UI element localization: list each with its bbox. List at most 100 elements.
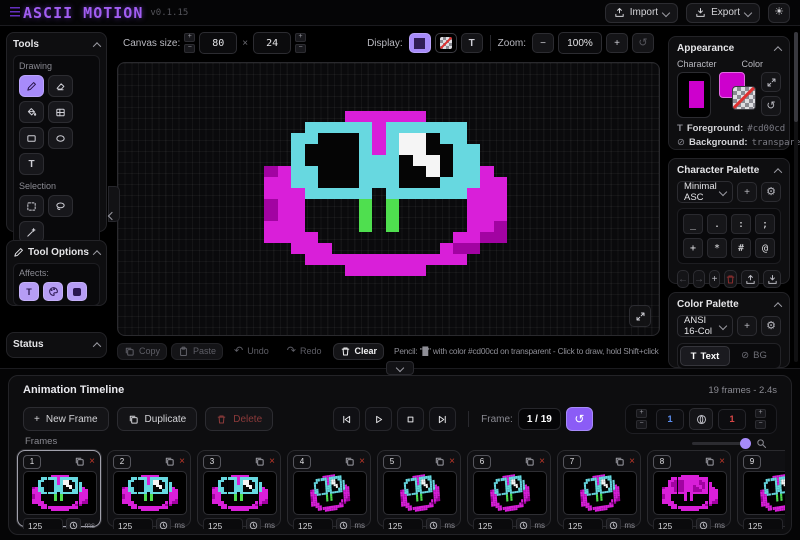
display-grid-toggle[interactable] (409, 33, 431, 53)
frame-thumbnail[interactable] (383, 471, 457, 515)
duplicate-frame-icon[interactable] (434, 456, 445, 467)
duplicate-frame-icon[interactable] (74, 456, 85, 467)
timeline-collapse-handle[interactable] (386, 361, 414, 375)
character-button[interactable]: @ (755, 238, 775, 258)
duplicate-frame-icon[interactable] (614, 456, 625, 467)
canvas-expand-button[interactable] (629, 305, 651, 327)
zoom-reset-button[interactable]: ↺ (632, 33, 654, 53)
color-palette-select[interactable]: ANSI 16-Col (677, 315, 733, 337)
frame-thumbnail[interactable] (113, 471, 187, 515)
frame-card[interactable]: 5×125ms (377, 450, 461, 527)
frame-duration-input[interactable]: 125 (23, 518, 63, 529)
play-button[interactable] (365, 407, 392, 431)
canvas-width-stepper[interactable]: +− (184, 33, 195, 53)
stop-button[interactable] (397, 407, 424, 431)
frame-duration-input[interactable]: 125 (293, 518, 333, 529)
delete-frame-icon[interactable]: × (269, 457, 275, 467)
onion-prev-stepper[interactable]: +− (636, 409, 647, 429)
frame-duration-input[interactable]: 125 (563, 518, 603, 529)
add-character-palette-button[interactable]: + (737, 182, 757, 202)
frame-card[interactable]: 7×125ms (557, 450, 641, 527)
pencil-tool-button[interactable] (19, 75, 44, 97)
frame-duration-input[interactable]: 125 (653, 518, 693, 529)
frame-card[interactable]: 2×125ms (107, 450, 191, 527)
character-palette-select[interactable]: Minimal ASC (677, 181, 733, 203)
delete-frame-icon[interactable]: × (359, 457, 365, 467)
zoom-out-button[interactable]: − (532, 33, 554, 53)
zoom-value[interactable]: 100% (558, 32, 602, 54)
background-color-swatch[interactable] (732, 86, 756, 110)
duplicate-frame-icon[interactable] (704, 456, 715, 467)
character-palette-settings-button[interactable]: ⚙ (761, 182, 781, 202)
swap-colors-button[interactable] (761, 72, 781, 92)
reset-colors-button[interactable]: ↺ (761, 96, 781, 116)
first-frame-button[interactable] (333, 407, 360, 431)
last-frame-button[interactable] (429, 407, 456, 431)
character-button[interactable]: # (731, 238, 751, 258)
frame-thumbnail[interactable] (563, 471, 637, 515)
add-character-button[interactable]: + (709, 270, 720, 288)
right-sidebar-scrollbar[interactable] (794, 32, 798, 362)
delete-character-button[interactable] (724, 270, 737, 288)
frame-card[interactable]: 6×125ms (467, 450, 551, 527)
character-button[interactable]: ; (755, 214, 775, 234)
delete-frame-icon[interactable]: × (539, 457, 545, 467)
duplicate-frame-button[interactable]: Duplicate (117, 407, 198, 431)
drawing-canvas[interactable] (117, 62, 660, 336)
canvas-width-input[interactable]: 80 (199, 32, 237, 54)
lasso-tool-button[interactable] (48, 195, 73, 217)
onion-skin-toggle[interactable] (689, 408, 713, 430)
canvas-height-input[interactable]: 24 (253, 32, 291, 54)
delete-frame-icon[interactable]: × (179, 457, 185, 467)
new-frame-button[interactable]: + New Frame (23, 407, 109, 431)
affects-character-toggle[interactable]: T (19, 282, 39, 301)
tool-options-header[interactable]: Tool Options (13, 247, 100, 258)
character-button[interactable]: . (707, 214, 727, 234)
display-characters-toggle[interactable]: T (461, 33, 483, 53)
tab-text-color[interactable]: T Text (680, 346, 730, 366)
onion-next-count[interactable]: 1 (718, 409, 746, 430)
onion-prev-count[interactable]: 1 (656, 409, 684, 430)
frame-duration-input[interactable]: 125 (383, 518, 423, 529)
character-button[interactable]: _ (683, 214, 703, 234)
ellipse-tool-button[interactable] (48, 127, 73, 149)
sidebar-collapse-handle[interactable] (108, 186, 120, 222)
fill-tool-button[interactable] (19, 101, 44, 123)
duplicate-frame-icon[interactable] (524, 456, 535, 467)
frame-duration-input[interactable]: 125 (113, 518, 153, 529)
copy-button[interactable]: Copy (117, 343, 167, 360)
frame-thumbnail[interactable] (473, 471, 547, 515)
char-move-right-button[interactable]: → (693, 270, 705, 288)
undo-button[interactable]: ↶Undo (227, 343, 276, 360)
select-rect-tool-button[interactable] (19, 195, 44, 217)
frame-thumbnail[interactable] (203, 471, 277, 515)
frame-card[interactable]: 8×125ms (647, 450, 731, 527)
frame-duration-input[interactable]: 125 (473, 518, 513, 529)
rect-fill-tool-button[interactable] (48, 101, 73, 123)
frames-strip[interactable]: 1×125ms2×125ms3×125ms4×125ms5×125ms6×125… (15, 448, 785, 529)
eraser-tool-button[interactable] (48, 75, 73, 97)
frame-card[interactable]: 4×125ms (287, 450, 371, 527)
frame-duration-input[interactable]: 125 (743, 518, 783, 529)
export-button[interactable]: Export (686, 3, 760, 23)
delete-frame-button[interactable]: Delete (205, 407, 273, 431)
theme-toggle-button[interactable]: ☀ (768, 3, 790, 23)
frame-duration-input[interactable]: 125 (203, 518, 243, 529)
paste-button[interactable]: Paste (171, 343, 223, 360)
delete-frame-icon[interactable]: × (89, 457, 95, 467)
loop-toggle-button[interactable]: ↺ (566, 407, 593, 431)
delete-frame-icon[interactable]: × (449, 457, 455, 467)
character-palette-header[interactable]: Character Palette (677, 165, 781, 176)
character-button[interactable]: + (683, 238, 703, 258)
frame-thumbnail[interactable] (23, 471, 97, 515)
char-move-left-button[interactable]: ← (677, 270, 689, 288)
selected-character-swatch[interactable] (677, 72, 711, 118)
rectangle-tool-button[interactable] (19, 127, 44, 149)
duplicate-frame-icon[interactable] (344, 456, 355, 467)
delete-frame-icon[interactable]: × (629, 457, 635, 467)
zoom-in-button[interactable]: + (606, 33, 628, 53)
clear-button[interactable]: Clear (333, 343, 385, 360)
frame-card[interactable]: 9×125ms (737, 450, 785, 527)
frame-card[interactable]: 1×125ms (17, 450, 101, 527)
duplicate-frame-icon[interactable] (164, 456, 175, 467)
